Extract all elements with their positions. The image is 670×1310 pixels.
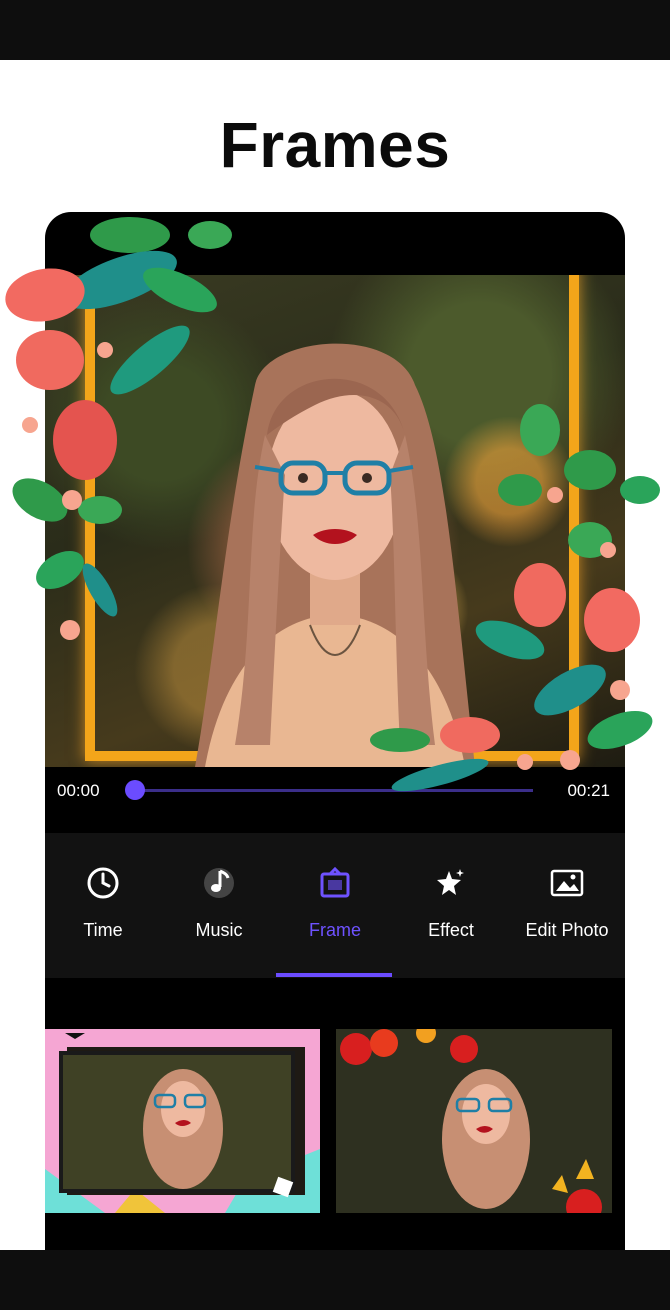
tool-music-label: Music: [195, 920, 243, 940]
tool-time-label: Time: [83, 920, 123, 940]
tool-frame[interactable]: Frame: [277, 833, 393, 978]
seek-handle[interactable]: [125, 780, 145, 800]
tool-time[interactable]: Time: [45, 833, 161, 978]
current-time: 00:00: [57, 781, 100, 800]
tool-edit-photo[interactable]: Edit Photo: [509, 833, 625, 978]
tool-effect-label: Effect: [428, 920, 474, 940]
clock-icon: [87, 867, 119, 899]
video-preview[interactable]: [45, 275, 625, 767]
status-bar: [0, 0, 670, 60]
phone-mockup: 00:00 00:21 Time Music Frame Effect Edit…: [45, 212, 625, 1250]
page-title: Frames: [219, 109, 451, 181]
tool-effect[interactable]: Effect: [393, 833, 509, 978]
music-note-icon: [204, 868, 234, 898]
playback-bar: 00:00 00:21: [45, 767, 625, 833]
sparkle-icon: [437, 869, 464, 895]
frame-thumbnail-pink[interactable]: [45, 1029, 320, 1213]
frame-thumbnail-floral[interactable]: [336, 1029, 612, 1213]
tool-edit-photo-label: Edit Photo: [525, 920, 609, 940]
tool-frame-label: Frame: [308, 920, 361, 940]
editor-toolbar: Time Music Frame Effect Edit Photo: [45, 833, 625, 978]
tool-music[interactable]: Music: [161, 833, 277, 978]
frame-icon: [320, 866, 350, 898]
portrait-photo: [195, 343, 475, 767]
seek-track[interactable]: [135, 789, 533, 792]
active-tab-indicator: [276, 973, 392, 977]
frame-thumbnails: [45, 978, 625, 1250]
total-duration: 00:21: [567, 781, 610, 800]
navigation-bar: [0, 1250, 670, 1310]
image-icon: [550, 869, 584, 897]
